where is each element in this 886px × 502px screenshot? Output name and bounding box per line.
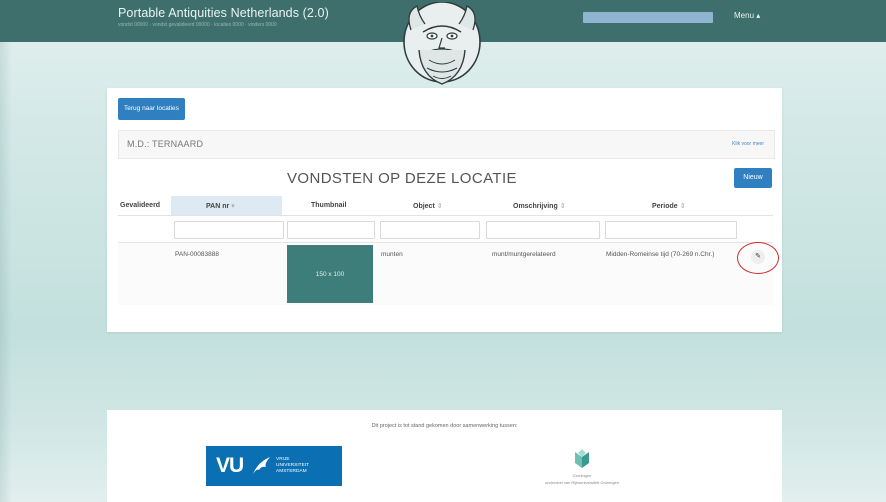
filter-omschrijving-input[interactable] bbox=[486, 221, 600, 239]
vu-logo-text: VU bbox=[216, 454, 244, 477]
cell-omschrijving: munt/muntgerelateerd bbox=[492, 251, 556, 258]
back-to-locations-button[interactable]: Terug naar locaties bbox=[118, 98, 185, 120]
highlight-circle bbox=[737, 242, 779, 274]
sort-icon: ⇕ bbox=[436, 203, 443, 210]
column-pan-nr[interactable]: PAN nr ▾ bbox=[206, 202, 235, 210]
column-thumbnail: Thumbnail bbox=[311, 202, 346, 209]
column-periode[interactable]: Periode ⇕ bbox=[652, 202, 686, 210]
cell-pan-nr[interactable]: PAN-00083888 bbox=[175, 251, 219, 258]
thumbnail-image[interactable]: 150 x 100 bbox=[287, 245, 373, 303]
thumbnail-placeholder-text: 150 x 100 bbox=[315, 270, 345, 278]
cell-periode: Midden-Romeinse tijd (70-269 n.Chr.) bbox=[606, 251, 715, 258]
column-object[interactable]: Object ⇕ bbox=[413, 202, 443, 210]
vu-amsterdam-logo[interactable]: VU VRIJE UNIVERSITEIT AMSTERDAM bbox=[206, 446, 342, 486]
cell-object: munten bbox=[381, 251, 403, 258]
filter-pan-nr-input[interactable] bbox=[174, 221, 284, 239]
column-label: Omschrijving bbox=[513, 203, 558, 210]
more-info-link[interactable]: Klik voor meer bbox=[732, 141, 764, 147]
column-label: Periode bbox=[652, 203, 678, 210]
groningen-subtitle: onderdeel van Rijksuniversiteit Groninge… bbox=[544, 480, 620, 485]
sort-icon: ⇕ bbox=[679, 203, 686, 210]
vu-logo-subtitle: VRIJE UNIVERSITEIT AMSTERDAM bbox=[276, 457, 309, 475]
column-omschrijving[interactable]: Omschrijving ⇕ bbox=[513, 202, 566, 210]
footer-panel: Dit project is tot stand gekomen door sa… bbox=[107, 410, 782, 502]
groningen-name: Groningen bbox=[572, 473, 592, 478]
brand-stats: vondst 00000 · vondst gevalideerd 00000 … bbox=[118, 22, 277, 28]
page-left-shade bbox=[0, 40, 12, 502]
column-label: PAN nr bbox=[206, 203, 230, 210]
location-name: M.D.: TERNAARD bbox=[127, 139, 204, 149]
menu-dropdown[interactable]: Menu ▴ bbox=[734, 11, 760, 20]
sort-desc-icon: ▾ bbox=[231, 203, 235, 210]
column-label: Thumbnail bbox=[311, 202, 347, 209]
mascot-logo-icon bbox=[403, 2, 481, 85]
finds-title: VONDSTEN OP DEZE LOCATIE bbox=[287, 170, 517, 187]
column-label: Object bbox=[413, 203, 435, 210]
header-divider bbox=[118, 215, 773, 216]
footer-text: Dit project is tot stand gekomen door sa… bbox=[371, 423, 518, 429]
search-input[interactable] bbox=[583, 12, 713, 23]
brand-title[interactable]: Portable Antiquities Netherlands (2.0) bbox=[118, 6, 329, 20]
sort-icon: ⇕ bbox=[559, 203, 566, 210]
column-gevalideerd[interactable]: Gevalideerd bbox=[120, 202, 160, 209]
griffin-icon bbox=[253, 457, 270, 474]
column-label: Gevalideerd bbox=[120, 202, 161, 209]
new-find-button[interactable]: Nieuw bbox=[734, 168, 772, 188]
location-panel: M.D.: TERNAARD Klik voor meer bbox=[118, 130, 775, 159]
filter-object-input[interactable] bbox=[380, 221, 480, 239]
vu-line: AMSTERDAM bbox=[276, 469, 307, 474]
filter-periode-input[interactable] bbox=[605, 221, 737, 239]
filter-thumbnail-input[interactable] bbox=[287, 221, 375, 239]
groningen-logo-icon[interactable] bbox=[572, 448, 592, 470]
